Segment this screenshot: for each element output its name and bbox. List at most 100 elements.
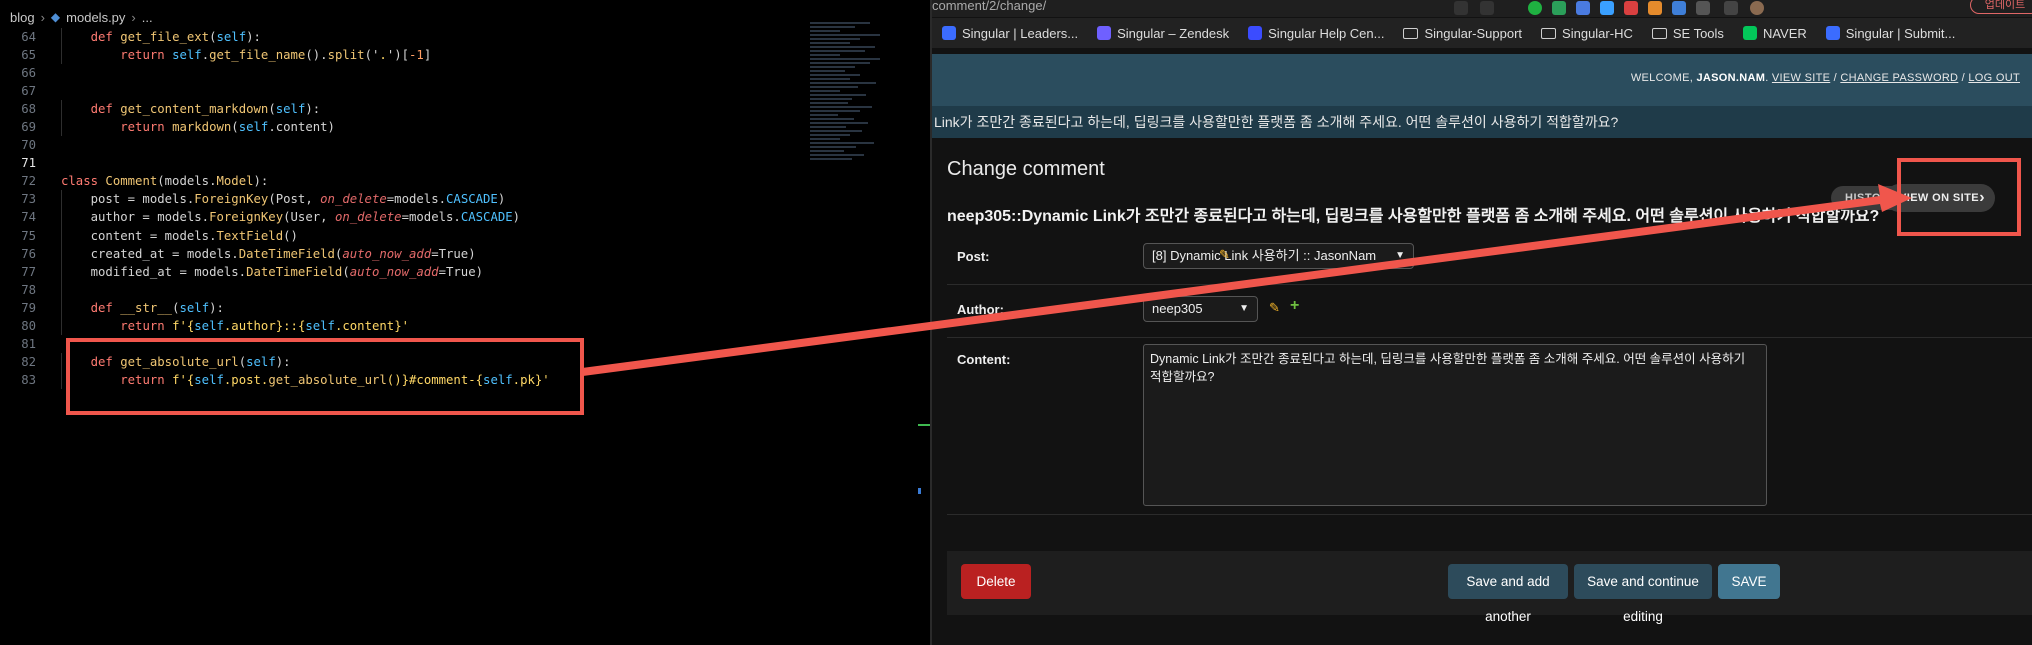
code-line[interactable]: 67 — [0, 82, 830, 100]
line-content: content = models.TextField() — [61, 227, 298, 245]
breadcrumb-folder[interactable]: blog — [10, 10, 35, 25]
extension-icon[interactable] — [1600, 1, 1614, 15]
code-token: CASCADE — [446, 192, 498, 207]
code-line[interactable]: 80 return f'{self.author}::{self.content… — [0, 317, 830, 335]
grammarly-icon[interactable] — [1528, 1, 1542, 15]
edit-pencil-icon[interactable]: ✎ — [1219, 247, 1230, 263]
minimap-line — [810, 70, 845, 72]
address-bar[interactable]: comment/2/change/ 업데이트 — [932, 0, 2032, 17]
line-number: 75 — [21, 228, 36, 243]
line-number: 72 — [21, 174, 36, 189]
scroll-marker — [918, 488, 921, 494]
code-line[interactable]: 77 modified_at = models.DateTimeField(au… — [0, 263, 830, 281]
content-textarea[interactable]: Dynamic Link가 조만간 종료된다고 하는데, 딥링크를 사용할만한 … — [1143, 344, 1767, 506]
breadcrumb[interactable]: Link가 조만간 종료된다고 하는데, 딥링크를 사용할만한 플랫폼 좀 소개… — [932, 106, 2032, 138]
code-line[interactable]: 70 — [0, 136, 830, 154]
line-content: return f'{self.post.get_absolute_url()}#… — [61, 371, 549, 389]
code-token: on_delete — [334, 210, 402, 225]
code-line[interactable]: 81 — [0, 335, 830, 353]
code-token: content = models. — [61, 228, 217, 243]
extension-icon[interactable] — [1454, 1, 1468, 15]
code-token: .content) — [268, 120, 335, 135]
puzzle-icon[interactable] — [1696, 1, 1710, 15]
delete-button[interactable]: Delete — [961, 564, 1031, 599]
post-select[interactable]: [8] Dynamic Link 사용하기 :: JasonNam ▼ — [1143, 243, 1414, 269]
view-site-link[interactable]: VIEW SITE — [1772, 72, 1830, 84]
code-token: get_file_ext — [120, 30, 210, 44]
breadcrumb-more[interactable]: ... — [142, 10, 153, 25]
code-line[interactable]: 78 — [0, 281, 830, 299]
code-line[interactable]: 71 — [0, 154, 830, 172]
extension-icon[interactable] — [1552, 1, 1566, 15]
change-password-link[interactable]: CHANGE PASSWORD — [1840, 72, 1958, 84]
edit-pencil-icon[interactable]: ✎ — [1269, 300, 1280, 316]
minimap[interactable] — [810, 22, 890, 202]
code-line[interactable]: 82 def get_absolute_url(self): — [0, 353, 830, 371]
minimap-line — [810, 74, 860, 76]
minimap-line — [810, 90, 840, 92]
bookmark-item[interactable]: Singular-HC — [1531, 26, 1642, 41]
code-token: . — [379, 48, 387, 63]
code-token: .content}' — [334, 318, 410, 333]
minimap-line — [810, 130, 862, 132]
star-icon[interactable] — [1480, 1, 1494, 15]
bookmark-item[interactable]: Singular | Leaders... — [932, 26, 1087, 41]
save-and-add-another-button[interactable]: Save and add another — [1448, 564, 1568, 624]
save-button[interactable]: SAVE — [1718, 564, 1780, 599]
code-line[interactable]: 69 return markdown(self.content) — [0, 118, 830, 136]
code-line[interactable]: 65 return self.get_file_name().split('.'… — [0, 46, 830, 64]
sidebar-icon[interactable] — [1724, 1, 1738, 15]
code-editor[interactable]: blog › ◆ models.py › ... 64 def get_file… — [0, 0, 930, 645]
log-out-link[interactable]: LOG OUT — [1968, 72, 2020, 84]
url-text[interactable]: comment/2/change/ — [932, 0, 1046, 13]
bookmark-item[interactable]: SE Tools — [1642, 26, 1733, 41]
code-line[interactable]: 72 class Comment(models.Model): — [0, 172, 830, 190]
code-line[interactable]: 79 def __str__(self): — [0, 299, 830, 317]
bookmark-item[interactable]: Singular – Zendesk — [1087, 26, 1238, 41]
breadcrumb-file[interactable]: models.py — [66, 10, 125, 25]
line-number: 80 — [21, 318, 36, 333]
bookmark-item[interactable]: Singular Help Cen... — [1238, 26, 1393, 41]
minimap-line — [810, 42, 850, 44]
code-line[interactable]: 68 def get_content_markdown(self): — [0, 100, 830, 118]
code-token: return — [120, 48, 173, 63]
scroll-marker — [918, 424, 930, 426]
code-line[interactable]: 75 content = models.TextField() — [0, 227, 830, 245]
code-token: def — [90, 102, 121, 117]
bookmark-item[interactable]: Singular-Support — [1393, 26, 1531, 41]
code-lines[interactable]: 64 def get_file_ext(self): 65 return self… — [0, 28, 830, 389]
extension-icon[interactable] — [1624, 1, 1638, 15]
admin-header: WELCOME, JASON.NAM. VIEW SITE / CHANGE P… — [932, 54, 2032, 106]
minimap-line — [810, 118, 854, 120]
code-line[interactable]: 66 — [0, 64, 830, 82]
line-number: 74 — [21, 210, 36, 225]
bookmark-item[interactable]: NAVER — [1733, 26, 1816, 41]
avatar[interactable] — [1750, 1, 1764, 15]
code-line[interactable]: 76 created_at = models.DateTimeField(aut… — [0, 245, 830, 263]
code-token: =models. — [386, 192, 447, 207]
code-line[interactable]: 74 author = models.ForeignKey(User, on_d… — [0, 208, 830, 226]
extension-icon[interactable] — [1648, 1, 1662, 15]
bookmark-item[interactable]: Singular | Submit... — [1816, 26, 1965, 41]
code-token: ): — [305, 102, 321, 117]
welcome-text: WELCOME, — [1630, 72, 1694, 84]
code-line[interactable]: 73 post = models.ForeignKey(Post, on_del… — [0, 190, 830, 208]
save-and-continue-button[interactable]: Save and continue editing — [1574, 564, 1712, 624]
update-button[interactable]: 업데이트 — [1970, 0, 2032, 14]
chevron-right-icon: › — [1979, 189, 1985, 206]
indent-guide — [61, 100, 62, 137]
code-token: auto_now_add — [349, 264, 439, 279]
author-select[interactable]: neep305 ▼ — [1143, 296, 1258, 322]
code-token: ( — [209, 30, 217, 44]
extension-icon[interactable] — [1672, 1, 1686, 15]
bookmark-label: Singular-Support — [1424, 25, 1523, 41]
code-line[interactable]: 64 def get_file_ext(self): — [0, 28, 830, 46]
extension-icon[interactable] — [1576, 1, 1590, 15]
minimap-line — [810, 134, 850, 136]
view-on-site-button[interactable]: VIEW ON SITE › — [1885, 184, 1995, 212]
code-token: author = models. — [61, 210, 210, 225]
code-line[interactable]: 83 return f'{self.post.get_absolute_url(… — [0, 371, 830, 389]
folder-icon — [1541, 27, 1557, 39]
python-file-icon: ◆ — [50, 10, 61, 24]
add-plus-icon[interactable]: + — [1290, 297, 1299, 315]
